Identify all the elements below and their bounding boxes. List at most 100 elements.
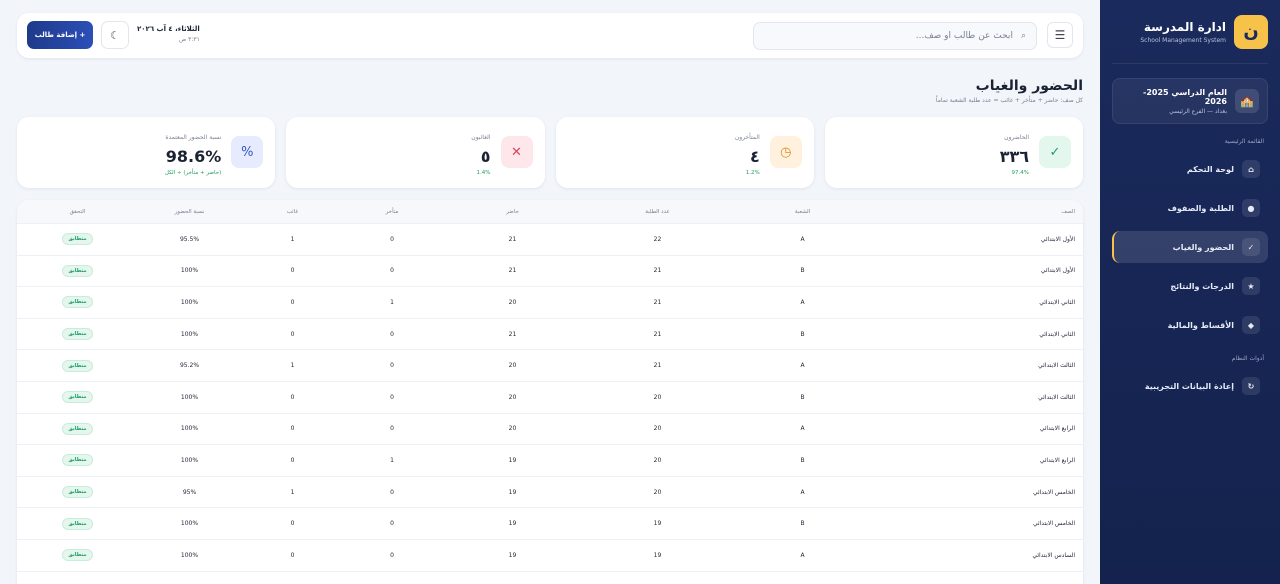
menu-icon: ☰ (1054, 28, 1066, 42)
table-row[interactable]: الثاني الابتدائي B 21 21 0 0 100% متطابق (17, 319, 1083, 351)
column-header[interactable]: غائب (241, 209, 344, 215)
stat-cards: ✓ الحاضرون ٣٣٦ 97.4% ◷ المتأخرون ٤ 1.2% … (17, 117, 1083, 188)
late-count-cell: 1 (390, 456, 394, 464)
class-name-cell: الأول الابتدائي (1040, 267, 1075, 275)
status-badge: متطابق (62, 296, 93, 309)
attendance-rate-cell: 95.2% (179, 362, 200, 370)
section-cell: A (800, 425, 805, 433)
stat-value: ٤ (749, 147, 760, 166)
clock-icon: ◷ (769, 136, 802, 168)
late-count-cell: 0 (390, 393, 394, 401)
attendance-rate-cell: 95% (182, 488, 197, 496)
stat-value: 98.6% (165, 147, 222, 166)
section-cell: B (800, 330, 805, 338)
column-header[interactable]: الصف (875, 209, 1083, 215)
close-icon: ✕ (500, 136, 533, 168)
class-name-cell: الأول الابتدائي (1040, 235, 1075, 243)
academic-year-card[interactable]: 🏫 العام الدراسي 2025-2026 بغداد — الفرع … (1112, 78, 1268, 124)
absent-count-cell: 1 (290, 488, 295, 496)
late-count-cell: 0 (390, 425, 394, 433)
stat-label: الحاضرون (1004, 134, 1029, 141)
table-row[interactable]: الرابع الابتدائي B 20 19 1 0 100% متطابق (17, 445, 1083, 477)
table-row[interactable]: الثالث الابتدائي A 21 20 0 1 95.2% متطابق (17, 350, 1083, 382)
sidebar-item-label: إعادة البيانات التجريبية (1144, 381, 1234, 391)
absent-count-cell: 0 (290, 456, 295, 464)
attendance-rate-cell: 100% (180, 551, 199, 559)
add-student-button[interactable]: + إضافة طالب (27, 21, 93, 49)
table-row[interactable]: الرابع الابتدائي A 20 20 0 0 100% متطابق (17, 414, 1083, 446)
absent-count-cell: 0 (290, 330, 295, 338)
table-row[interactable]: الأول الابتدائي A 22 21 0 1 95.5% متطابق (17, 224, 1083, 256)
verification-status-cell: متطابق (17, 359, 138, 372)
sidebar-item-finance[interactable]: ◆ الأقساط والمالية (1112, 309, 1268, 341)
school-icon: 🏫 (1235, 89, 1259, 113)
section-cell: B (800, 520, 805, 528)
current-time: ٣:٣١ ص (178, 36, 200, 43)
class-name-cell: الثالث الابتدائي (1038, 362, 1075, 370)
table-row[interactable]: الخامس الابتدائي B 19 19 0 0 100% متطابق (17, 508, 1083, 540)
diamond-icon: ◆ (1242, 316, 1260, 334)
sidebar-item-dashboard[interactable]: ⌂ لوحة التحكم (1112, 153, 1268, 185)
star-icon: ★ (1242, 277, 1260, 295)
verification-status-cell: متطابق (17, 391, 138, 404)
stat-formula: (حاضر + متأخر) ÷ الكل (164, 170, 222, 176)
attendance-rate-cell: 100% (180, 393, 199, 401)
refresh-icon: ↻ (1242, 377, 1260, 395)
absent-count-cell: 0 (290, 393, 295, 401)
present-count-cell: 21 (508, 267, 517, 275)
attendance-rate-cell: 100% (180, 520, 199, 528)
present-count-cell: 19 (508, 456, 517, 464)
class-name-cell: الثاني الابتدائي (1039, 298, 1075, 306)
status-badge: متطابق (62, 359, 93, 372)
table-row[interactable]: الثالث الابتدائي B 20 20 0 0 100% متطابق (17, 382, 1083, 414)
search-box[interactable]: ⌕ (753, 22, 1037, 50)
student-count-cell: 21 (653, 330, 662, 338)
absent-count-cell: 0 (290, 267, 295, 275)
status-badge: متطابق (62, 549, 93, 562)
section-cell: A (800, 362, 805, 370)
stat-value: ٣٣٦ (999, 147, 1029, 166)
late-count-cell: 0 (390, 330, 394, 338)
sidebar-item-grades[interactable]: ★ الدرجات والنتائج (1112, 270, 1268, 302)
table-row[interactable]: الخامس الابتدائي A 20 19 0 1 95% متطابق (17, 477, 1083, 509)
column-header[interactable]: حاضر (440, 209, 585, 215)
menu-toggle-button[interactable]: ☰ (1047, 22, 1073, 48)
stat-card-attendance-rate: % نسبة الحضور المعتمدة 98.6% (حاضر + متأ… (17, 117, 276, 188)
current-date: الثلاثاء، ٤ آب ٢٠٢٦ (137, 25, 200, 33)
status-badge: متطابق (62, 391, 93, 404)
attendance-rate-cell: 100% (180, 298, 199, 306)
sidebar-item-label: لوحة التحكم (1186, 164, 1234, 174)
column-header[interactable]: متأخر (344, 209, 440, 215)
present-count-cell: 21 (508, 235, 517, 243)
column-header[interactable]: التحقق (17, 209, 138, 215)
theme-toggle-button[interactable]: ☾ (101, 21, 129, 49)
table-row[interactable]: الثاني الابتدائي A 21 20 1 0 100% متطابق (17, 287, 1083, 319)
verification-status-cell: متطابق (17, 264, 138, 277)
section-cell: A (800, 235, 805, 243)
status-badge: متطابق (62, 454, 93, 467)
table-row[interactable]: الأول الابتدائي B 21 21 0 0 100% متطابق (17, 256, 1083, 288)
student-count-cell: 20 (653, 393, 662, 401)
verification-status-cell: متطابق (17, 422, 138, 435)
present-count-cell: 19 (508, 520, 517, 528)
verification-status-cell: متطابق (17, 233, 138, 246)
search-input[interactable] (764, 31, 1013, 41)
column-header[interactable]: الشعبة (730, 209, 875, 215)
topbar: ☰ ⌕ الثلاثاء، ٤ آب ٢٠٢٦ ٣:٣١ ص ☾ + إضافة… (17, 13, 1083, 58)
absent-count-cell: 1 (290, 235, 295, 243)
sidebar-item-students[interactable]: ● الطلبة والصفوف (1112, 192, 1268, 224)
nav-section-tools: أدوات النظام (1231, 355, 1264, 362)
table-row[interactable]: السادس الابتدائي A 19 19 0 0 100% متطابق (17, 540, 1083, 572)
column-header[interactable]: عدد الطلبة (585, 209, 730, 215)
column-header[interactable]: نسبة الحضور (138, 209, 241, 215)
sidebar-item-reset-demo[interactable]: ↻ إعادة البيانات التجريبية (1112, 370, 1268, 402)
class-name-cell: الثالث الابتدائي (1038, 393, 1075, 401)
stat-percent: 1.2% (745, 170, 760, 176)
sidebar-item-attendance[interactable]: ✓ الحضور والغياب (1112, 231, 1268, 263)
student-count-cell: 19 (653, 520, 662, 528)
student-count-cell: 21 (653, 267, 662, 275)
late-count-cell: 0 (390, 488, 394, 496)
students-icon: ● (1242, 199, 1260, 217)
stat-value: ٥ (480, 147, 491, 166)
nav-section-main: القائمة الرئيسية (1224, 138, 1264, 145)
